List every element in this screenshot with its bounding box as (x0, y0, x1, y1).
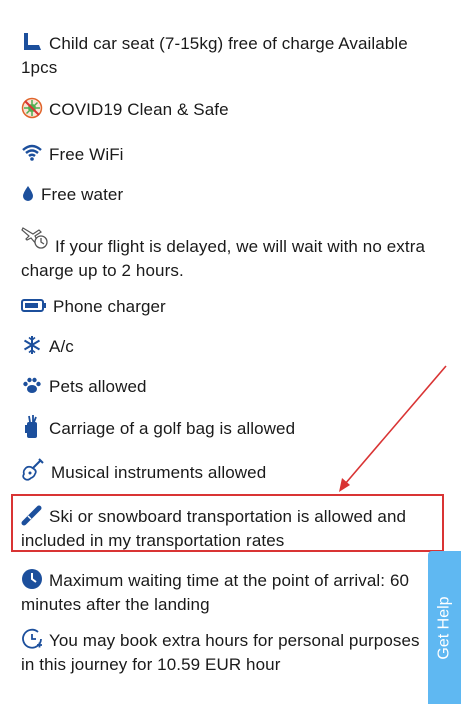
highlight-box (11, 494, 444, 552)
extra-hours-clock-icon (21, 628, 43, 650)
feature-wifi: Free WiFi (21, 142, 431, 167)
golf-bag-icon (21, 414, 43, 440)
feature-max-waiting: Maximum waiting time at the point of arr… (21, 568, 431, 617)
feature-text: Carriage of a golf bag is allowed (49, 419, 296, 438)
feature-golf-bag: Carriage of a golf bag is allowed (21, 414, 431, 441)
wifi-icon (21, 142, 43, 164)
feature-text: Phone charger (53, 297, 166, 316)
water-drop-icon (21, 182, 35, 204)
get-help-label: Get Help (435, 595, 453, 660)
feature-text: A/c (49, 337, 74, 356)
plane-clock-icon (21, 224, 49, 250)
get-help-button[interactable]: Get Help (428, 551, 461, 704)
feature-covid: COVID19 Clean & Safe (21, 97, 431, 122)
feature-text: Free water (41, 185, 124, 204)
feature-text: Pets allowed (49, 377, 147, 396)
paw-icon (21, 374, 43, 396)
feature-flight-delay: If your flight is delayed, we will wait … (21, 224, 431, 283)
feature-text: Free WiFi (49, 145, 124, 164)
feature-pets: Pets allowed (21, 374, 431, 399)
feature-extra-hours: You may book extra hours for personal pu… (21, 628, 431, 677)
child-seat-icon (21, 31, 43, 53)
covid-virus-icon (21, 97, 43, 119)
feature-text: Maximum waiting time at the point of arr… (21, 571, 410, 614)
snowflake-icon (21, 334, 43, 356)
feature-text: Musical instruments allowed (51, 463, 267, 482)
feature-musical-instruments: Musical instruments allowed (21, 458, 431, 485)
feature-child-seat: Child car seat (7-15kg) free of charge A… (21, 31, 431, 80)
feature-text: If your flight is delayed, we will wait … (21, 237, 426, 280)
feature-ac: A/c (21, 334, 431, 359)
feature-text: Child car seat (7-15kg) free of charge A… (21, 34, 408, 77)
guitar-icon (21, 458, 45, 482)
feature-phone-charger: Phone charger (21, 294, 431, 319)
feature-text: COVID19 Clean & Safe (49, 100, 229, 119)
clock-icon (21, 568, 43, 590)
battery-icon (21, 294, 47, 316)
feature-text: You may book extra hours for personal pu… (21, 631, 420, 674)
feature-water: Free water (21, 182, 431, 207)
